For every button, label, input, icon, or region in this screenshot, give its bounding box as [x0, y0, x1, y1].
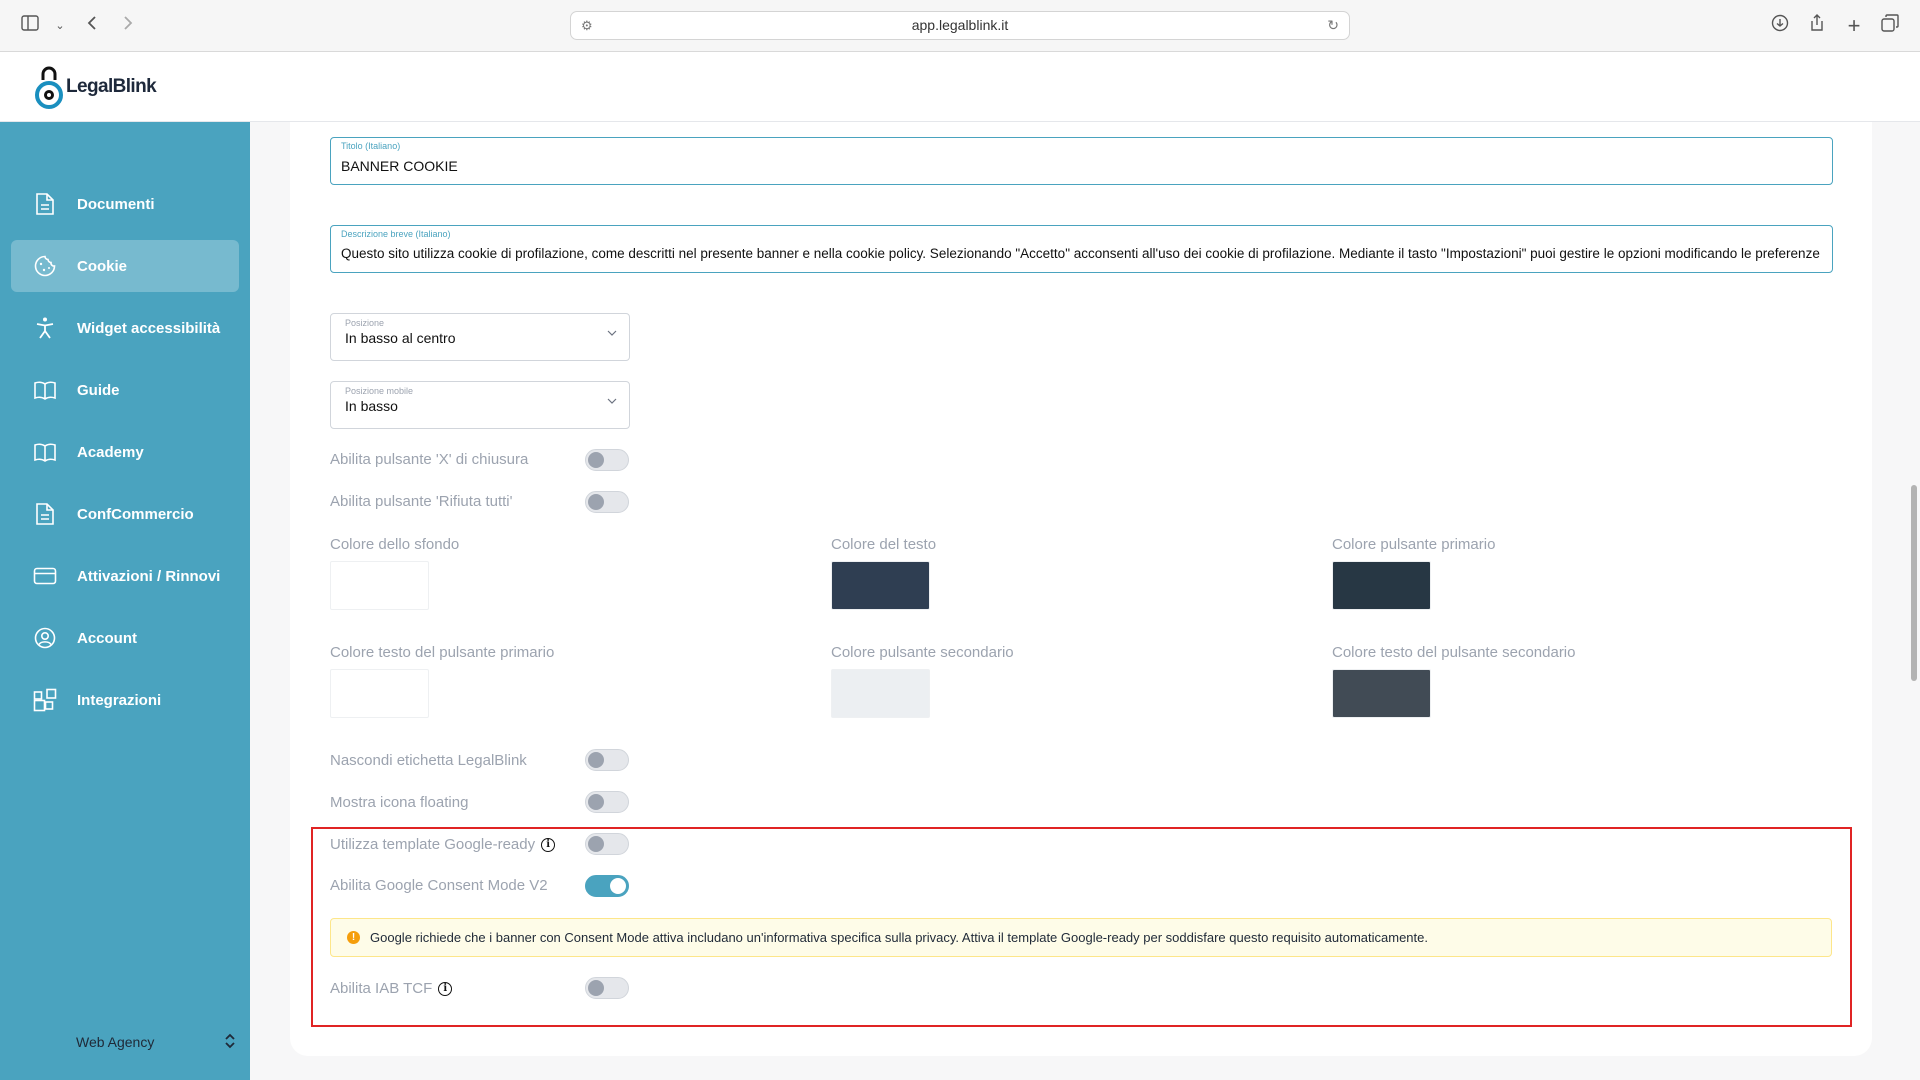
position-select-value: In basso al centro: [345, 330, 456, 346]
sidebar-item-label: Integrazioni: [77, 691, 162, 709]
description-field-label: Descrizione breve (Italiano): [341, 229, 451, 239]
title-field-value: BANNER COOKIE: [341, 158, 458, 174]
title-field-label: Titolo (Italiano): [341, 141, 401, 151]
sidebar-item-label: Account: [77, 629, 137, 647]
color-secondary-button-swatch[interactable]: [831, 669, 930, 718]
lock-logo-icon: [35, 66, 63, 109]
description-field-value: Questo sito utilizza cookie di profilazi…: [341, 246, 1820, 261]
integrations-icon: [33, 688, 57, 712]
mobile-position-select-label: Posizione mobile: [345, 386, 414, 396]
color-text-label: Colore del testo: [831, 536, 937, 553]
reject-all-toggle-label: Abilita pulsante 'Rifiuta tutti': [330, 493, 513, 510]
color-secondary-button-text-swatch[interactable]: [1332, 669, 1431, 718]
share-icon[interactable]: [1805, 14, 1829, 38]
color-primary-button-text-swatch[interactable]: [330, 669, 429, 718]
sidebar-item-label: Guide: [77, 381, 120, 399]
sidebar-item-label: Attivazioni / Rinnovi: [77, 567, 221, 585]
sidebar-item-label: Cookie: [77, 257, 128, 275]
chevron-down-icon: [607, 398, 617, 404]
card-icon: [33, 564, 57, 588]
sidebar-item-label: Widget accessibilità: [77, 319, 221, 337]
chevron-updown-icon: [224, 1031, 236, 1054]
tabs-overview-icon[interactable]: [1878, 14, 1902, 38]
chevron-down-icon[interactable]: ⌄: [48, 14, 72, 38]
hide-legalblink-label-toggle[interactable]: [585, 749, 629, 771]
position-select-label: Posizione: [345, 318, 385, 328]
hide-legalblink-label-toggle-label: Nascondi etichetta LegalBlink: [330, 752, 527, 769]
logo-text: LegalBlink: [66, 76, 157, 97]
close-button-toggle-label: Abilita pulsante 'X' di chiusura: [330, 451, 529, 468]
sidebar-item-attivazioni-rinnovi[interactable]: Attivazioni / Rinnovi: [11, 550, 239, 602]
back-icon[interactable]: [80, 14, 104, 38]
document-icon: [33, 502, 57, 526]
sidebar-item-integrazioni[interactable]: Integrazioni: [11, 674, 239, 726]
download-icon[interactable]: [1768, 14, 1792, 38]
reload-icon[interactable]: ↻: [1327, 12, 1339, 39]
workspace-switcher[interactable]: Web Agency: [76, 1022, 236, 1062]
close-button-toggle[interactable]: [585, 449, 629, 471]
accessibility-icon: [33, 316, 57, 340]
workspace-label: Web Agency: [76, 1034, 155, 1050]
floating-icon-toggle-label: Mostra icona floating: [330, 794, 469, 811]
logo[interactable]: LegalBlink: [34, 64, 157, 110]
sidebar-item-cookie[interactable]: Cookie: [11, 240, 239, 292]
reject-all-toggle[interactable]: [585, 491, 629, 513]
description-field[interactable]: Descrizione breve (Italiano) Questo sito…: [330, 225, 1833, 273]
mobile-position-select[interactable]: Posizione mobile In basso: [330, 381, 630, 429]
scrollbar[interactable]: [1911, 485, 1917, 681]
sidebar-item-account[interactable]: Account: [11, 612, 239, 664]
new-tab-icon[interactable]: +: [1842, 14, 1866, 38]
color-primary-button-label: Colore pulsante primario: [1332, 536, 1496, 553]
chevron-down-icon: [607, 330, 617, 336]
user-icon: [33, 626, 57, 650]
floating-icon-toggle[interactable]: [585, 791, 629, 813]
cookie-icon: [33, 254, 57, 278]
address-bar[interactable]: ⚙ app.legalblink.it ↻: [570, 11, 1350, 40]
color-text-swatch[interactable]: [831, 561, 930, 610]
color-secondary-button-text-label: Colore testo del pulsante secondario: [1332, 644, 1576, 661]
sidebar-item-guide[interactable]: Guide: [11, 364, 239, 416]
sidebar-item-academy[interactable]: Academy: [11, 426, 239, 478]
sidebar-item-documenti[interactable]: Documenti: [11, 178, 239, 230]
sidebar-item-label: ConfCommercio: [77, 505, 194, 523]
sidebar: Documenti Cookie Widget accessibilità Gu…: [0, 122, 250, 1080]
sidebar-item-widget-accessibilita[interactable]: Widget accessibilità: [11, 302, 239, 354]
sidebar-toggle-icon[interactable]: [18, 14, 42, 38]
color-background-swatch[interactable]: [330, 561, 429, 610]
color-primary-button-text-label: Colore testo del pulsante primario: [330, 644, 555, 661]
highlight-annotation-box: [311, 827, 1852, 1027]
forward-icon[interactable]: [116, 14, 140, 38]
color-primary-button-swatch[interactable]: [1332, 561, 1431, 610]
site-settings-icon[interactable]: ⚙: [581, 12, 593, 39]
mobile-position-select-value: In basso: [345, 398, 398, 414]
position-select[interactable]: Posizione In basso al centro: [330, 313, 630, 361]
book-icon: [33, 440, 57, 464]
document-icon: [33, 192, 57, 216]
url-text: app.legalblink.it: [911, 17, 1009, 33]
app-header: LegalBlink: [0, 52, 1920, 122]
title-field[interactable]: Titolo (Italiano) BANNER COOKIE: [330, 137, 1833, 185]
book-icon: [33, 378, 57, 402]
sidebar-item-label: Academy: [77, 443, 144, 461]
color-background-label: Colore dello sfondo: [330, 536, 460, 553]
sidebar-item-label: Documenti: [77, 195, 155, 213]
browser-toolbar: ⌄ ⚙ app.legalblink.it ↻ +: [0, 0, 1920, 52]
sidebar-item-confcommercio[interactable]: ConfCommercio: [11, 488, 239, 540]
color-secondary-button-label: Colore pulsante secondario: [831, 644, 1014, 661]
